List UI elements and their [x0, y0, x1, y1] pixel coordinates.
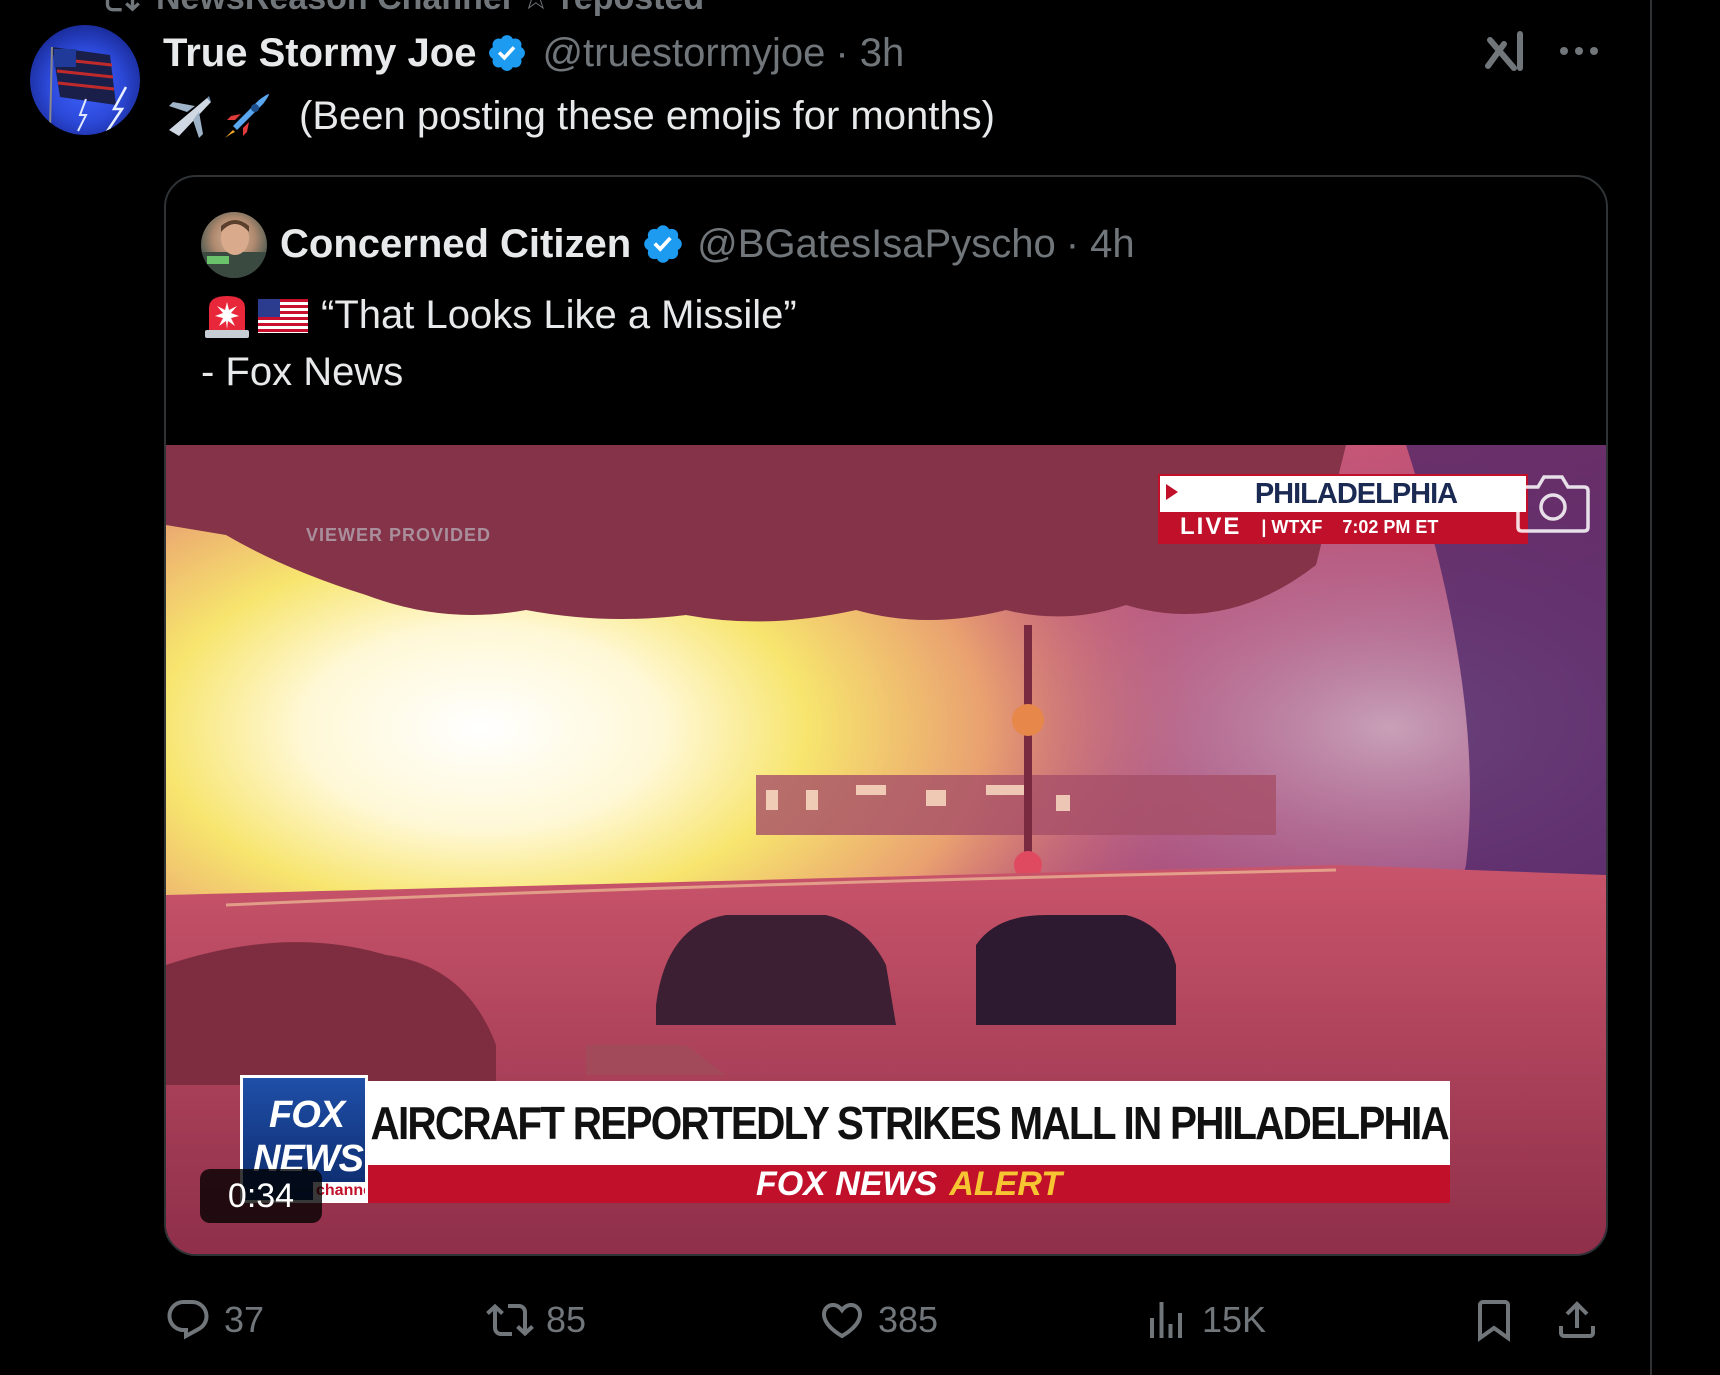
- live-city: PHILADELPHIA: [1254, 478, 1458, 510]
- bookmark-button[interactable]: [1470, 1290, 1530, 1350]
- views-button[interactable]: 15K: [1142, 1290, 1266, 1350]
- quoted-author-display-name[interactable]: Concerned Citizen: [280, 222, 631, 267]
- tweet-body-text: (Been posting these emojis for months): [299, 93, 995, 138]
- live-bar: LIVE | WTXF 7:02 PM ET: [1160, 512, 1526, 542]
- tweet-timestamp[interactable]: · 3h: [835, 31, 904, 76]
- tweet-header: True Stormy Joe @truestormyjoe · 3h: [163, 28, 904, 78]
- repost-count: 85: [546, 1299, 587, 1340]
- share-button[interactable]: [1553, 1290, 1613, 1350]
- reply-count: 37: [224, 1299, 265, 1340]
- video-duration: 0:34: [200, 1169, 322, 1223]
- alert-word: ALERT: [949, 1164, 1063, 1203]
- play-arrow-icon: [1166, 484, 1178, 500]
- video-player[interactable]: VIEWER PROVIDED PHILADELPHIA LIVE | WTXF…: [166, 445, 1606, 1254]
- camera-icon[interactable]: [1514, 469, 1592, 535]
- quoted-author-handle[interactable]: @BGatesIsaPyscho: [697, 222, 1056, 267]
- like-count: 385: [878, 1299, 939, 1340]
- reply-button[interactable]: 37: [164, 1290, 264, 1350]
- author-avatar[interactable]: [30, 25, 140, 135]
- verified-badge-icon[interactable]: [641, 222, 685, 266]
- quoted-tweet-header: Concerned Citizen @BGatesIsaPyscho · 4h: [280, 219, 1135, 269]
- author-handle[interactable]: @truestormyjoe: [542, 31, 825, 76]
- like-button[interactable]: 385: [818, 1290, 938, 1350]
- more-icon[interactable]: [1557, 34, 1601, 68]
- alert-brand: FOX NEWS: [755, 1164, 938, 1203]
- author-display-name[interactable]: True Stormy Joe: [163, 31, 476, 76]
- heart-icon: [821, 1303, 863, 1339]
- quoted-tweet-line-1: “That Looks Like a Missile”: [201, 287, 797, 343]
- live-station: | WTXF: [1261, 516, 1323, 537]
- quoted-tweet-timestamp: · 4h: [1065, 221, 1135, 266]
- tweet-page: NewsReason Channel ☆ reposted True Storm…: [0, 0, 1720, 1375]
- share-icon: [1559, 1301, 1595, 1338]
- timeline-column-border: [1650, 0, 1652, 1375]
- quoted-tweet-card[interactable]: Concerned Citizen @BGatesIsaPyscho · 4h: [164, 175, 1608, 1256]
- airplane-emoji: [169, 96, 211, 138]
- tweet-text: (Been posting these emojis for months): [163, 86, 995, 146]
- quoted-tweet-attribution: - Fox News: [201, 349, 404, 394]
- chyron-headline: AIRCRAFT REPORTEDLY STRIKES MALL IN PHIL…: [370, 1097, 1449, 1149]
- rocket-emoji: [225, 94, 269, 138]
- rotating-light-emoji: [205, 296, 249, 338]
- reply-icon: [167, 1300, 209, 1340]
- tweet-action-bar: 37 85 385 15K: [0, 1290, 1720, 1350]
- quoted-tweet-text: “That Looks Like a Missile”: [321, 292, 797, 337]
- repost-icon: [105, 0, 140, 12]
- repost-context-text: NewsReason Channel ☆ reposted: [156, 0, 704, 18]
- quoted-tweet-line-2: - Fox News: [201, 347, 403, 397]
- live-time: 7:02 PM ET: [1342, 516, 1439, 537]
- viewer-provided-watermark: VIEWER PROVIDED: [306, 525, 492, 545]
- bookmark-icon: [1478, 1300, 1510, 1342]
- fox-logo-line1: FOX: [269, 1094, 345, 1136]
- repost-icon: [486, 1303, 534, 1337]
- news-chyron: AIRCRAFT REPORTEDLY STRIKES MALL IN PHIL…: [368, 1081, 1450, 1165]
- quoted-author-avatar[interactable]: [201, 212, 267, 278]
- live-label: LIVE: [1180, 513, 1242, 540]
- quoted-avatar-image: [201, 220, 267, 278]
- views-count: 15K: [1202, 1299, 1267, 1340]
- verified-badge-icon[interactable]: [486, 32, 528, 74]
- repost-context[interactable]: NewsReason Channel ☆ reposted: [100, 0, 704, 18]
- live-location-bug: PHILADELPHIA LIVE | WTXF 7:02 PM ET: [1158, 474, 1528, 544]
- grok-icon[interactable]: [1480, 26, 1530, 76]
- alert-bar: FOX NEWS ALERT: [368, 1165, 1450, 1203]
- views-chart-icon: [1150, 1302, 1182, 1338]
- flag-lightning-image: [49, 46, 128, 134]
- us-flag-emoji: [258, 299, 308, 333]
- repost-button[interactable]: 85: [486, 1290, 586, 1350]
